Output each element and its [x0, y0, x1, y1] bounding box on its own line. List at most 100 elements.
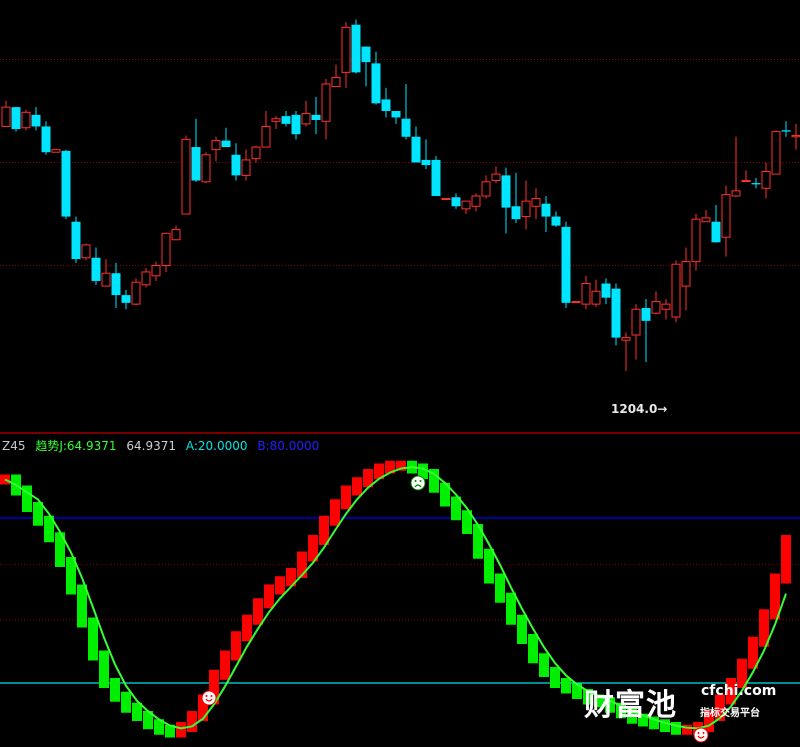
candle-body-up [771, 131, 781, 175]
candle-body-down [411, 136, 421, 163]
candle-body-up [651, 301, 661, 314]
candle-body-down [121, 295, 131, 303]
bar-falling [517, 614, 527, 644]
candles [1, 19, 800, 372]
bar-rising [176, 722, 186, 738]
candle-body-down [611, 288, 621, 338]
candle-body-down [351, 24, 361, 73]
bar-falling [528, 634, 538, 664]
candle-body-up [521, 200, 531, 218]
face-eye [697, 732, 700, 734]
bar-rising [275, 576, 285, 595]
candle-body-up [441, 198, 451, 201]
low-price-marker: 1204.0→ [611, 402, 668, 416]
candle-body-down [451, 197, 461, 207]
candle-body-up [691, 218, 701, 263]
main-grid [0, 59, 800, 266]
bar-rising [253, 598, 263, 625]
candle-body-up [731, 190, 741, 197]
candle-body-up [491, 173, 501, 182]
watermark: 财富池 cfchi.com 指标交易平台 [584, 680, 776, 724]
frown-icon [410, 475, 426, 491]
candle-body-up [481, 181, 491, 197]
candle-body-up [471, 195, 481, 207]
bar-falling [77, 584, 87, 628]
bar-falling [110, 678, 120, 702]
candle-body-down [291, 114, 301, 135]
candle-body-down [641, 307, 651, 321]
candle-body-down [431, 159, 441, 196]
watermark-tagline: 指标交易平台 [700, 708, 760, 719]
bar-falling [484, 548, 494, 584]
candle-body-down [541, 203, 551, 217]
bar-falling [99, 650, 109, 688]
bar-rising [352, 477, 362, 496]
candle-body-down [111, 273, 121, 296]
candle-body-up [151, 265, 161, 277]
candle-body-up [741, 180, 751, 183]
candle-body-up [271, 118, 281, 122]
bar-rising [231, 631, 241, 661]
candle-body-up [331, 77, 341, 88]
smile-icon [693, 727, 709, 743]
bar-falling [539, 653, 549, 677]
indicator-grid [0, 517, 800, 684]
candle-body-down [311, 114, 321, 121]
candle-body-down [191, 147, 201, 181]
candle-body-down [711, 221, 721, 243]
candle-body-up [791, 134, 800, 138]
candle-body-down [221, 140, 231, 148]
face-eye [702, 732, 705, 734]
candle-body-up [591, 290, 601, 305]
indicator-legend: Z45 趋势J:64.9371 64.9371 A:20.0000 B:80.0… [2, 437, 325, 454]
candle-body-up [321, 83, 331, 122]
indicator-name: Z45 [2, 439, 26, 453]
candle-body-down [11, 107, 21, 130]
candle-body-up [21, 111, 31, 129]
candle-body-down [421, 159, 431, 166]
candle-body-up [181, 138, 191, 215]
smile-icon [201, 690, 217, 706]
candle-body-up [661, 303, 671, 310]
b-label: B:80.0000 [257, 439, 320, 453]
candle-body-down [281, 116, 291, 124]
chart-svg [0, 19, 800, 743]
watermark-url: cfchi.com [701, 683, 777, 699]
bar-rising [781, 535, 791, 584]
watermark-brand: 财富池 [584, 688, 677, 723]
candle-body-up [581, 283, 591, 305]
candle-body-down [511, 206, 521, 220]
bar-falling [561, 678, 571, 694]
bar-rising [330, 499, 340, 526]
candle-body-up [81, 244, 91, 259]
candle-body-up [671, 263, 681, 318]
bar-falling [88, 617, 98, 661]
candle-body-down [91, 257, 101, 281]
bar-rising [264, 584, 274, 609]
bar-rising [341, 485, 351, 510]
candle-body-up [341, 26, 351, 73]
candle-body-up [51, 149, 61, 153]
candle-body-down [41, 126, 51, 153]
a-label: A:20.0000 [185, 439, 248, 453]
candle-body-up [531, 198, 541, 207]
candle-body-up [241, 159, 251, 176]
candle-body-up [461, 200, 471, 210]
face-eye [419, 480, 422, 482]
candle-body-down [501, 175, 511, 208]
face-eye [414, 480, 417, 482]
bar-falling [121, 691, 131, 713]
candle-body-down [601, 283, 611, 298]
candle-body-up [101, 272, 111, 287]
candle-body-up [301, 113, 311, 125]
candle-body-down [61, 150, 71, 217]
trend-j-label: 趋势J:64.9371 [35, 439, 117, 453]
candle-body-down [71, 221, 81, 260]
bar-falling [550, 667, 560, 688]
candle-body-down [31, 114, 41, 127]
candle-body-down [391, 111, 401, 118]
candle-body-up [631, 308, 641, 336]
face-eye [210, 695, 213, 697]
candle-body-up [161, 232, 171, 266]
candle-body-up [571, 301, 581, 304]
